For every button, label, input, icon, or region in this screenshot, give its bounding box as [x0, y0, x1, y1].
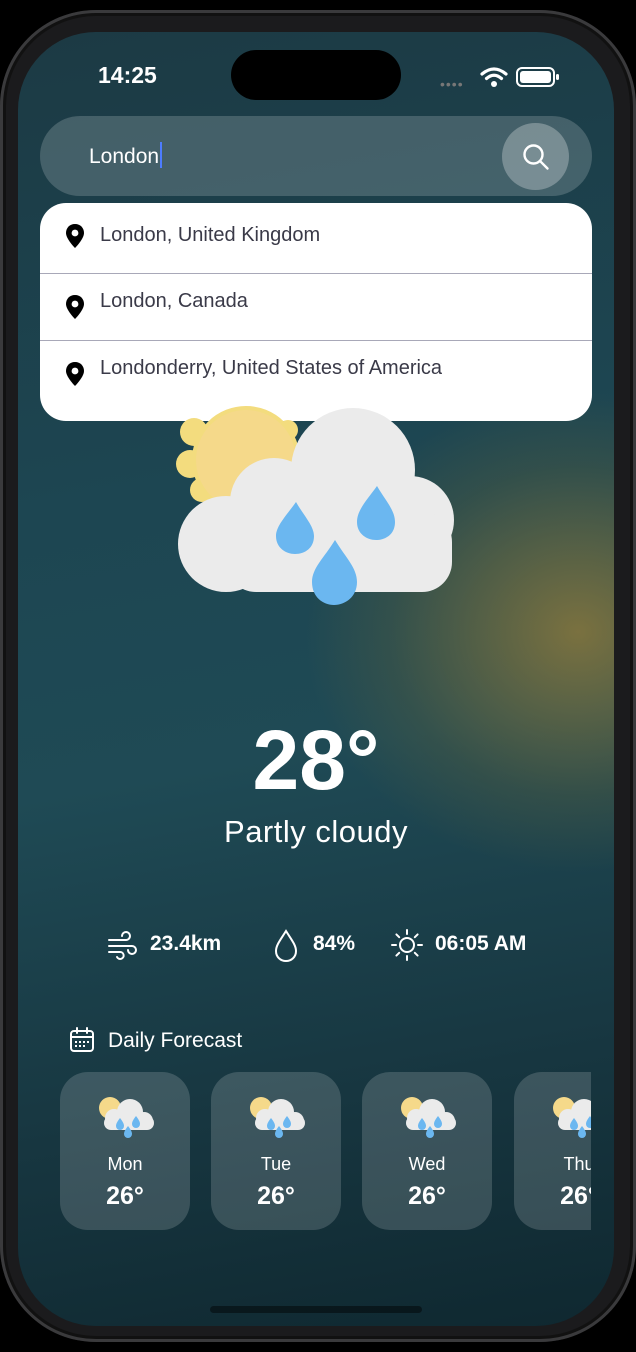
home-indicator[interactable] — [210, 1306, 422, 1313]
suggestion-label: London, United Kingdom — [100, 224, 321, 246]
current-temperature: 28° — [252, 713, 380, 807]
forecast-card[interactable]: Wed 26° — [362, 1072, 492, 1230]
forecast-day: Wed — [408, 1154, 446, 1174]
forecast-day: Tue — [260, 1154, 292, 1174]
location-suggestions: London, United Kingdom London, Canada Lo… — [40, 203, 592, 421]
forecast-temp: 26° — [257, 1182, 295, 1210]
forecast-temp: 26° — [408, 1182, 446, 1210]
suggestion-label: London, Canada — [100, 290, 248, 312]
signal-icon: •••• — [440, 76, 464, 92]
location-pin-icon — [66, 362, 84, 386]
forecast-card[interactable]: Mon 26° — [60, 1072, 190, 1230]
app-screen: 14:25 •••• London London, United Kingdom… — [18, 32, 614, 1326]
suggestion-label: Londonderry, United States of America — [100, 357, 443, 379]
daily-forecast-title: Daily Forecast — [108, 1029, 243, 1052]
sun-cloud-rain-icon — [553, 1097, 591, 1138]
sun-cloud-rain-icon — [250, 1097, 305, 1138]
location-pin-icon — [66, 295, 84, 319]
search-icon — [523, 144, 549, 170]
location-pin-icon — [66, 224, 84, 248]
daily-forecast-header: Daily Forecast — [68, 1026, 242, 1056]
forecast-card[interactable]: Tue 26° — [211, 1072, 341, 1230]
sunrise-value: 06:05 AM — [435, 932, 527, 955]
status-time: 14:25 — [98, 62, 157, 88]
search-input-value: London — [89, 145, 160, 168]
text-caret — [160, 142, 163, 168]
sun-cloud-rain-icon — [176, 406, 454, 605]
suggestion-item[interactable]: London, United Kingdom — [40, 203, 592, 269]
forecast-day: Mon — [107, 1154, 143, 1174]
forecast-temp: 26° — [106, 1182, 144, 1210]
sun-icon — [391, 929, 423, 961]
search-input[interactable]: London — [89, 142, 163, 169]
wind-icon — [108, 931, 137, 960]
sun-cloud-rain-icon — [401, 1097, 456, 1138]
suggestion-item[interactable]: Londonderry, United States of America — [40, 341, 592, 407]
sun-cloud-rain-icon — [99, 1097, 154, 1138]
forecast-card[interactable]: Thu 26° — [514, 1072, 591, 1230]
suggestion-item[interactable]: London, Canada — [40, 274, 592, 340]
droplet-icon — [274, 929, 298, 963]
wifi-icon — [480, 67, 508, 87]
weather-condition: Partly cloudy — [224, 814, 408, 849]
forecast-temp: 26° — [560, 1182, 591, 1210]
search-bar: London — [40, 116, 592, 196]
forecast-day: Thu — [563, 1154, 591, 1174]
dynamic-island — [231, 50, 401, 100]
calendar-icon — [70, 1027, 94, 1052]
search-button[interactable] — [502, 123, 569, 190]
wind-value: 23.4km — [150, 932, 222, 955]
forecast-list[interactable]: Mon 26° Tue 26° Wed 26° Thu 26 — [60, 1072, 591, 1232]
humidity-value: 84% — [313, 932, 356, 955]
battery-icon — [516, 67, 559, 87]
